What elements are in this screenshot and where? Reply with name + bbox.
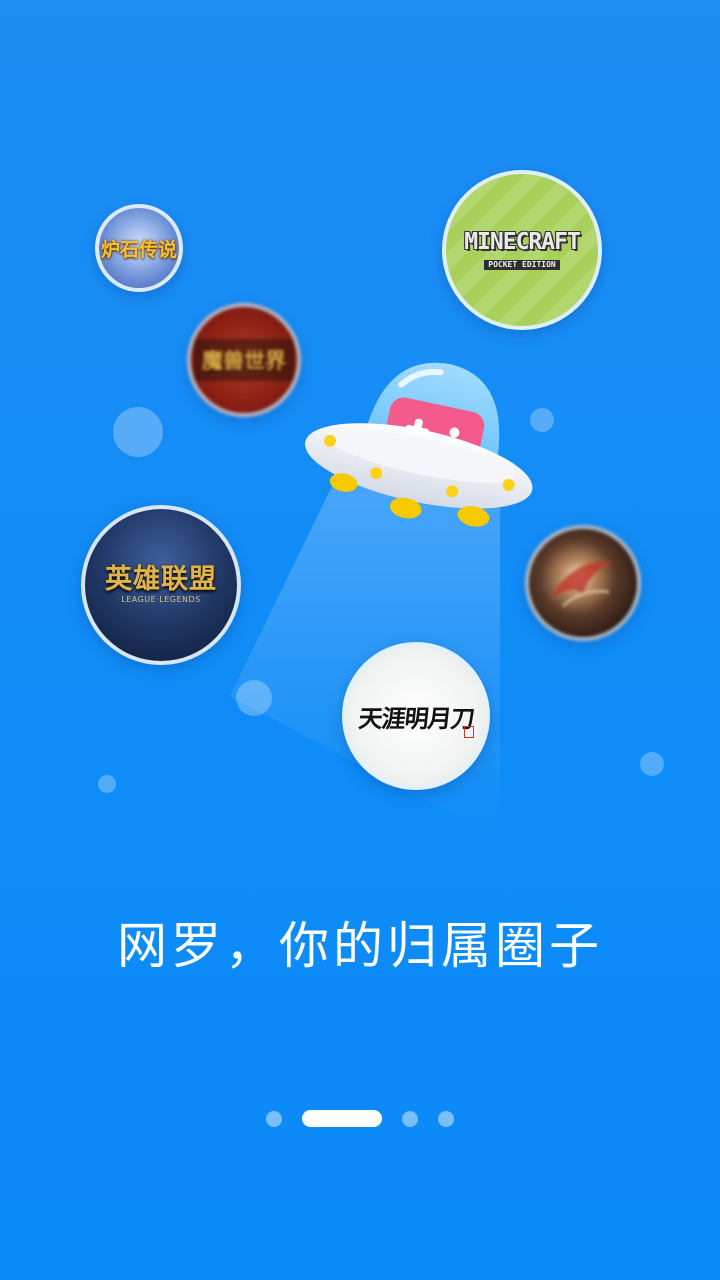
game-title-hearthstone: 炉石传说 <box>100 238 177 261</box>
game-circle-league-of-legends[interactable]: 英雄联盟 LEAGUE·LEGENDS <box>81 505 241 665</box>
game-circle-tianya-mingyue-dao[interactable]: 天涯明月刀 <box>342 642 490 790</box>
game-subtitle-minecraft: POCKET EDITION <box>484 259 560 270</box>
seal-stamp <box>464 726 474 738</box>
game-circle-dragon-nest[interactable] <box>525 525 641 641</box>
game-circle-world-of-warcraft[interactable]: 魔兽世界 <box>187 303 301 417</box>
page-dot[interactable] <box>438 1111 454 1127</box>
game-title-league-of-legends: 英雄联盟 <box>105 563 217 595</box>
page-dot-active[interactable] <box>302 1110 382 1127</box>
game-circle-hearthstone[interactable]: 炉石传说 <box>95 204 183 292</box>
decor-bubble <box>98 775 116 793</box>
game-title-minecraft: MINECRAFT <box>464 228 581 255</box>
game-title-tianya-mingyue-dao: 天涯明月刀 <box>356 703 475 733</box>
page-dot[interactable] <box>266 1111 282 1127</box>
page-dot[interactable] <box>402 1111 418 1127</box>
game-subtitle-league-of-legends: LEAGUE·LEGENDS <box>121 595 201 605</box>
game-title-world-of-warcraft: 魔兽世界 <box>194 339 294 381</box>
tagline: 网罗，你的归属圈子 <box>117 917 603 975</box>
game-circle-minecraft[interactable]: MINECRAFT POCKET EDITION <box>442 170 602 330</box>
ufo-gamepad-icon <box>305 362 533 527</box>
decor-bubble <box>113 407 163 457</box>
decor-bubble <box>640 752 664 776</box>
page-indicator <box>0 1110 720 1128</box>
dragon-emblem-icon <box>551 561 613 607</box>
